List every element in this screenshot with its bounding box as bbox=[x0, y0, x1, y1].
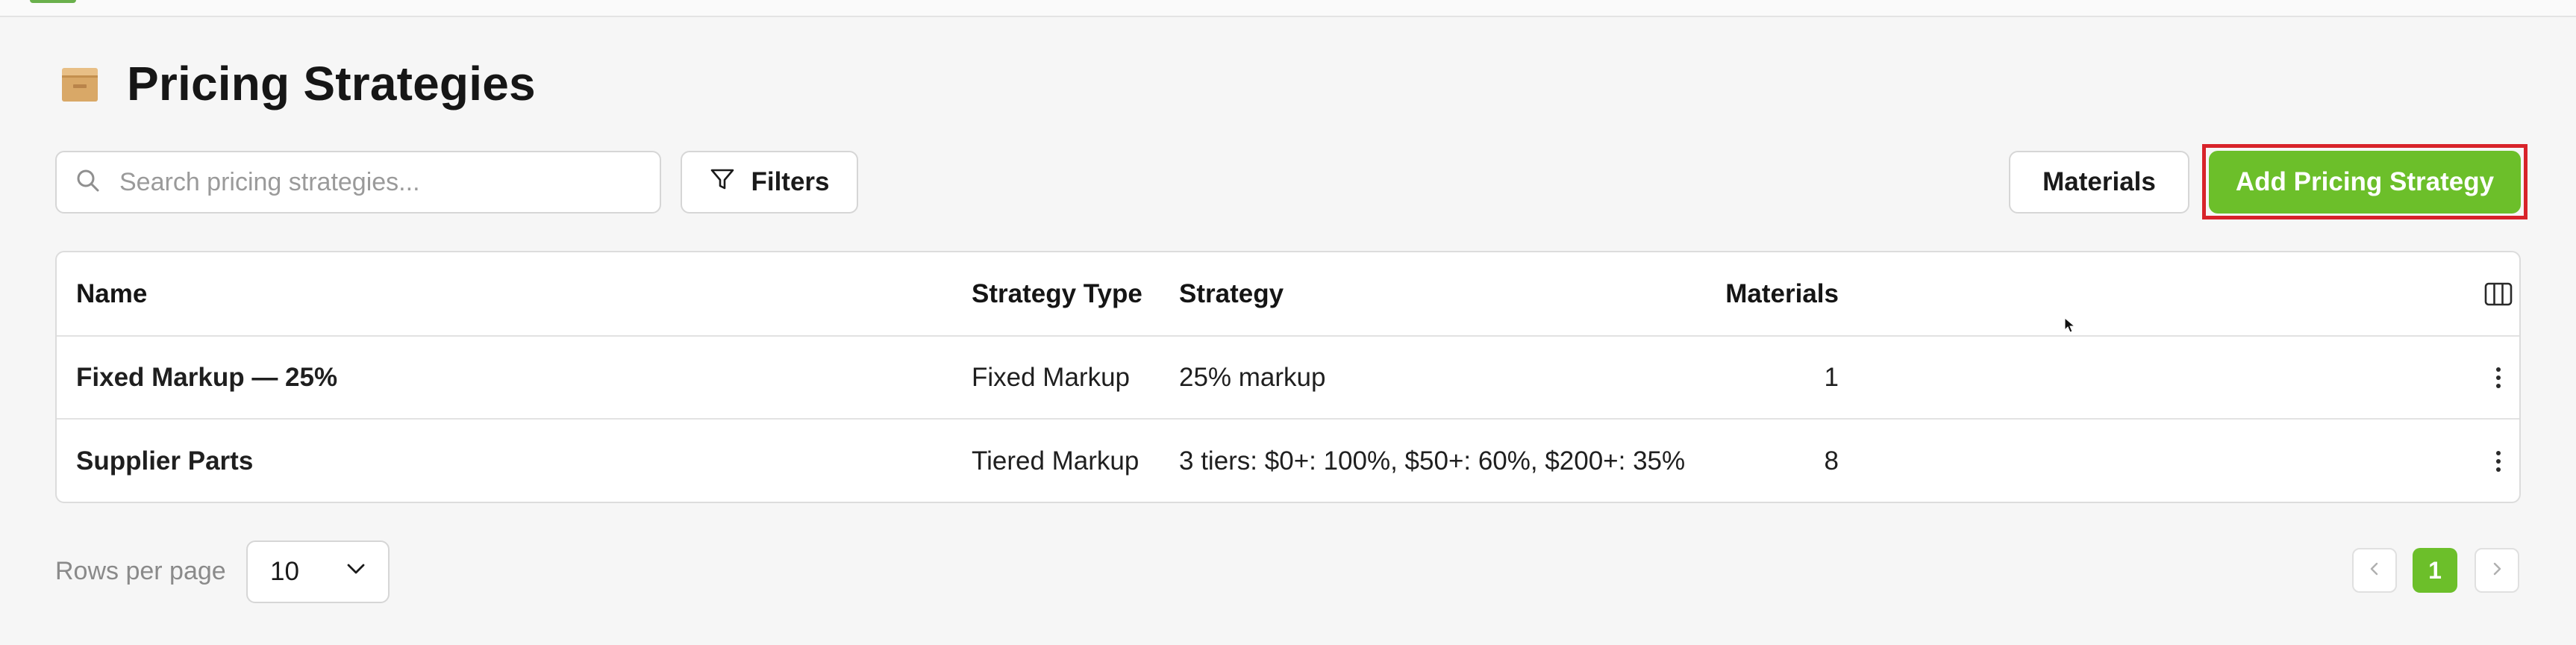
add-pricing-strategy-button[interactable]: Add Pricing Strategy bbox=[2209, 151, 2521, 214]
table-row[interactable]: Fixed Markup — 25% Fixed Markup 25% mark… bbox=[57, 337, 2519, 420]
table-row[interactable]: Supplier Parts Tiered Markup 3 tiers: $0… bbox=[57, 420, 2519, 502]
search-box[interactable] bbox=[55, 151, 661, 214]
row-strategy: 25% markup bbox=[1179, 362, 1326, 392]
next-page-button[interactable] bbox=[2475, 548, 2519, 593]
chevron-left-icon bbox=[2366, 560, 2383, 582]
chevron-down-icon bbox=[345, 557, 367, 587]
materials-button-label: Materials bbox=[2042, 167, 2156, 196]
column-header-materials[interactable]: Materials bbox=[1654, 252, 1839, 335]
box-icon bbox=[58, 62, 101, 105]
top-bar bbox=[0, 0, 2576, 17]
pricing-strategies-table: Name Strategy Type Strategy Materials Fi… bbox=[55, 251, 2521, 503]
search-icon bbox=[75, 167, 101, 198]
search-input[interactable] bbox=[118, 166, 643, 198]
materials-button[interactable]: Materials bbox=[2009, 151, 2189, 214]
row-materials-count: 8 bbox=[1824, 446, 1839, 476]
rows-per-page-label: Rows per page bbox=[55, 556, 226, 585]
filters-button[interactable]: Filters bbox=[681, 151, 858, 214]
filter-icon bbox=[709, 166, 736, 199]
filters-button-label: Filters bbox=[751, 167, 830, 196]
add-button-label: Add Pricing Strategy bbox=[2235, 167, 2495, 196]
page-title: Pricing Strategies bbox=[127, 57, 536, 110]
row-strategy: 3 tiers: $0+: 100%, $50+: 60%, $200+: 35… bbox=[1179, 446, 1686, 476]
chevron-right-icon bbox=[2488, 560, 2506, 582]
row-name: Supplier Parts bbox=[76, 446, 254, 476]
page-header: Pricing Strategies bbox=[58, 54, 536, 113]
column-header-strategy[interactable]: Strategy bbox=[1179, 252, 1284, 335]
rows-per-page-value: 10 bbox=[270, 557, 299, 586]
table-header-row: Name Strategy Type Strategy Materials bbox=[57, 252, 2519, 337]
row-materials-count: 1 bbox=[1824, 362, 1839, 392]
row-strategy-type: Fixed Markup bbox=[972, 362, 1131, 392]
row-name: Fixed Markup — 25% bbox=[76, 362, 338, 392]
column-header-name[interactable]: Name bbox=[76, 252, 147, 335]
row-strategy-type: Tiered Markup bbox=[972, 446, 1139, 476]
more-vertical-icon[interactable] bbox=[2483, 420, 2513, 502]
rows-per-page-select[interactable]: 10 bbox=[246, 540, 390, 603]
page-number-button[interactable]: 1 bbox=[2413, 548, 2457, 593]
columns-icon[interactable] bbox=[2483, 252, 2513, 335]
more-vertical-icon[interactable] bbox=[2483, 337, 2513, 418]
column-header-strategy-type[interactable]: Strategy Type bbox=[972, 252, 1142, 335]
top-bar-tab-indicator bbox=[30, 0, 76, 3]
mouse-cursor-icon bbox=[2064, 317, 2076, 337]
previous-page-button[interactable] bbox=[2352, 548, 2397, 593]
